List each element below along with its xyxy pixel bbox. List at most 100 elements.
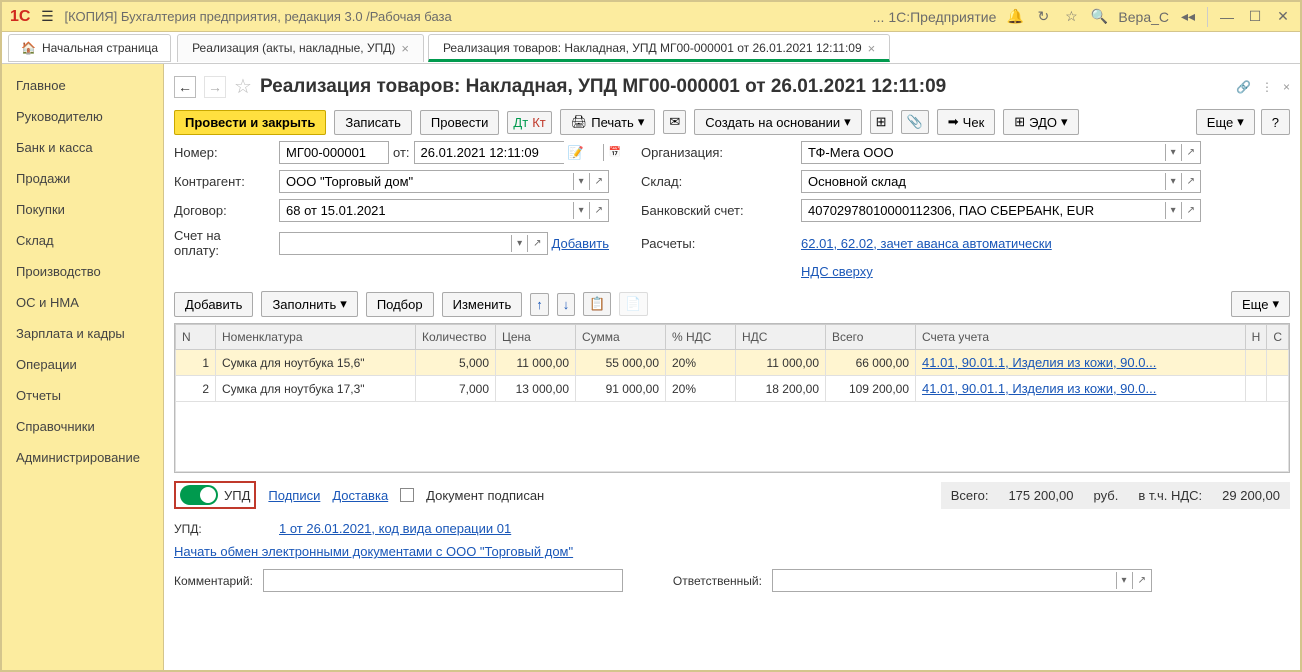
more-icon[interactable]: ⋮ [1261, 80, 1273, 94]
post-close-button[interactable]: Провести и закрыть [174, 110, 326, 135]
cell-acc-link[interactable]: 41.01, 90.01.1, Изделия из кожи, 90.0... [922, 381, 1156, 396]
chevron-down-icon[interactable]: ▾ [573, 173, 589, 190]
dogovor-input[interactable] [280, 200, 573, 221]
history-icon[interactable]: ↻ [1034, 8, 1052, 26]
sidebar-item-ops[interactable]: Операции [2, 349, 163, 380]
col-vat[interactable]: НДС [736, 325, 826, 350]
sidebar-item-prod[interactable]: Производство [2, 256, 163, 287]
sidebar-item-reports[interactable]: Отчеты [2, 380, 163, 411]
col-vatp[interactable]: % НДС [666, 325, 736, 350]
sidebar-item-salary[interactable]: Зарплата и кадры [2, 318, 163, 349]
chevron-down-icon[interactable]: ▾ [1165, 173, 1181, 190]
post-button[interactable]: Провести [420, 110, 500, 135]
minimize-button[interactable]: — [1218, 8, 1236, 26]
signatures-link[interactable]: Подписи [268, 488, 320, 503]
cell-acc-link[interactable]: 41.01, 90.01.1, Изделия из кожи, 90.0... [922, 355, 1156, 370]
chevron-down-icon[interactable]: ▾ [1116, 572, 1132, 589]
link-icon[interactable]: 🔗 [1236, 80, 1251, 94]
status-icon[interactable]: 📝 [568, 145, 584, 161]
close-icon[interactable]: × [868, 41, 876, 56]
upd-toggle[interactable] [180, 485, 218, 505]
more-button[interactable]: Еще ▾ [1196, 109, 1255, 135]
col-o[interactable]: С [1267, 325, 1289, 350]
add-invoice-link[interactable]: Добавить [552, 236, 609, 251]
responsible-input[interactable] [773, 570, 1116, 591]
table-row[interactable]: 1 Сумка для ноутбука 15,6" 5,000 11 000,… [176, 350, 1289, 376]
dtct-button[interactable]: ДтКт [507, 111, 551, 134]
comment-input[interactable] [263, 569, 623, 592]
forward-button[interactable]: → [204, 76, 226, 98]
copy-button[interactable]: 📋 [583, 292, 611, 316]
calendar-icon[interactable]: 📅 [603, 144, 626, 161]
sliders-icon[interactable]: ◂◂ [1179, 8, 1197, 26]
structure-button[interactable]: ⊞ [870, 110, 893, 134]
favorite-icon[interactable]: ☆ [234, 74, 252, 99]
attach-button[interactable]: 📎 [901, 110, 929, 134]
sidebar-item-manager[interactable]: Руководителю [2, 101, 163, 132]
invoice-input[interactable] [280, 233, 511, 254]
sidebar-item-bank[interactable]: Банк и касса [2, 132, 163, 163]
col-sum[interactable]: Сумма [576, 325, 666, 350]
col-qty[interactable]: Количество [416, 325, 496, 350]
add-row-button[interactable]: Добавить [174, 292, 253, 317]
raschety-link[interactable]: 62.01, 62.02, зачет аванса автоматически [801, 236, 1201, 251]
sklad-input[interactable] [802, 171, 1165, 192]
close-panel-icon[interactable]: × [1283, 80, 1290, 94]
col-price[interactable]: Цена [496, 325, 576, 350]
org-input[interactable] [802, 142, 1165, 163]
sidebar-item-sales[interactable]: Продажи [2, 163, 163, 194]
menu-icon[interactable]: ☰ [38, 8, 56, 26]
sidebar-item-stock[interactable]: Склад [2, 225, 163, 256]
help-button[interactable]: ? [1261, 109, 1290, 135]
bell-icon[interactable]: 🔔 [1006, 8, 1024, 26]
change-button[interactable]: Изменить [442, 292, 523, 317]
tab-sales-list[interactable]: Реализация (акты, накладные, УПД) × [177, 34, 424, 62]
col-n[interactable]: N [176, 325, 216, 350]
bank-input[interactable] [802, 200, 1165, 221]
sidebar-item-assets[interactable]: ОС и НМА [2, 287, 163, 318]
chevron-down-icon[interactable]: ▾ [511, 235, 527, 252]
move-down-button[interactable]: ↓ [557, 293, 576, 316]
paste-button[interactable]: 📄 [619, 292, 647, 316]
sidebar-item-admin[interactable]: Администрирование [2, 442, 163, 473]
search-icon[interactable]: 🔍 [1090, 8, 1108, 26]
doc-signed-checkbox[interactable] [400, 488, 414, 502]
move-up-button[interactable]: ↑ [530, 293, 549, 316]
create-basis-button[interactable]: Создать на основании ▾ [694, 109, 861, 135]
delivery-link[interactable]: Доставка [332, 488, 388, 503]
number-input[interactable] [279, 141, 389, 164]
sidebar-item-main[interactable]: Главное [2, 70, 163, 101]
open-icon[interactable]: ↗ [1181, 173, 1200, 190]
cheque-button[interactable]: ➡ Чек [937, 109, 996, 135]
back-button[interactable]: ← [174, 76, 196, 98]
nds-link[interactable]: НДС сверху [801, 264, 1201, 279]
open-icon[interactable]: ↗ [589, 173, 608, 190]
chevron-down-icon[interactable]: ▾ [573, 202, 589, 219]
table-more-button[interactable]: Еще ▾ [1231, 291, 1290, 317]
close-icon[interactable]: × [401, 41, 409, 56]
select-button[interactable]: Подбор [366, 292, 434, 317]
save-button[interactable]: Записать [334, 110, 412, 135]
open-icon[interactable]: ↗ [1181, 144, 1200, 161]
print-button[interactable]: 🖨 Печать ▾ [560, 109, 656, 135]
open-icon[interactable]: ↗ [589, 202, 608, 219]
fill-button[interactable]: Заполнить ▾ [261, 291, 357, 317]
col-accounts[interactable]: Счета учета [916, 325, 1246, 350]
edo-button[interactable]: ⊞ ЭДО ▾ [1003, 109, 1078, 135]
tab-document[interactable]: Реализация товаров: Накладная, УПД МГ00-… [428, 34, 890, 62]
chevron-down-icon[interactable]: ▾ [1165, 202, 1181, 219]
upd-link[interactable]: 1 от 26.01.2021, код вида операции 01 [279, 521, 511, 536]
col-total[interactable]: Всего [826, 325, 916, 350]
col-h[interactable]: Н [1245, 325, 1267, 350]
user-name[interactable]: Вера_С [1118, 9, 1169, 25]
table-row[interactable]: 2 Сумка для ноутбука 17,3" 7,000 13 000,… [176, 376, 1289, 402]
chevron-down-icon[interactable]: ▾ [1165, 144, 1181, 161]
edo-start-link[interactable]: Начать обмен электронными документами с … [174, 544, 573, 559]
col-nom[interactable]: Номенклатура [216, 325, 416, 350]
maximize-button[interactable]: ☐ [1246, 8, 1264, 26]
star-icon[interactable]: ☆ [1062, 8, 1080, 26]
close-button[interactable]: ✕ [1274, 8, 1292, 26]
open-icon[interactable]: ↗ [527, 235, 546, 252]
email-button[interactable]: ✉ [663, 110, 686, 134]
contragent-input[interactable] [280, 171, 573, 192]
